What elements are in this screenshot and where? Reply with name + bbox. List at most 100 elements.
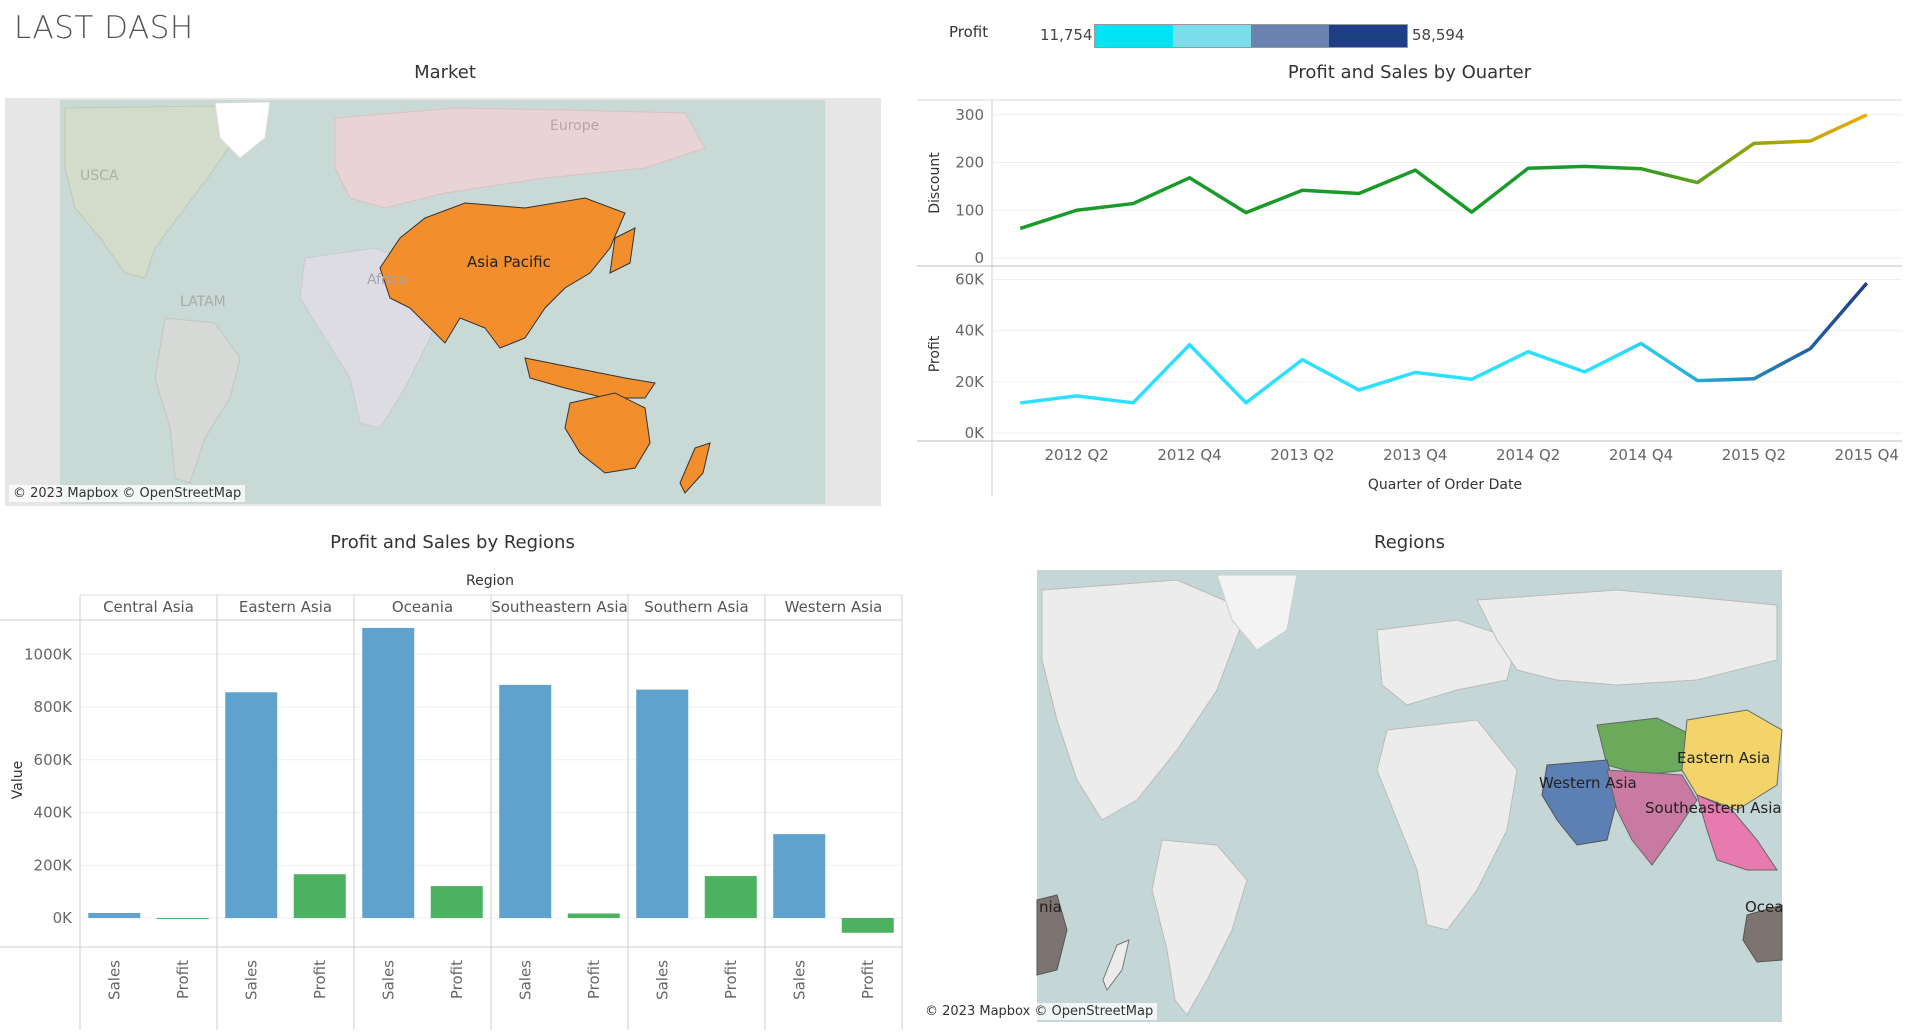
profit-ramp-segment-4 (1329, 25, 1407, 47)
x-tick-label: 2012 Q2 (1045, 446, 1109, 464)
bar-sales[interactable] (362, 627, 415, 918)
y-tick-label: 0K (965, 424, 986, 442)
bar-sales[interactable] (225, 692, 278, 918)
bar-profit[interactable] (567, 913, 620, 918)
bar-profit[interactable] (704, 876, 757, 918)
x-tick-label: 2015 Q4 (1835, 446, 1899, 464)
data-point (1018, 401, 1022, 405)
data-point (1357, 388, 1361, 392)
y-tick-label: 100 (955, 201, 984, 219)
y-axis-title-profit: Profit (927, 335, 943, 372)
data-point (1639, 167, 1643, 171)
data-point (1188, 343, 1192, 347)
bar-profit[interactable] (841, 917, 894, 933)
data-point (1752, 141, 1756, 145)
data-point (1131, 202, 1135, 206)
label-western-asia: Western Asia (1539, 774, 1637, 792)
data-point (1583, 370, 1587, 374)
data-point (1075, 208, 1079, 212)
data-point (1526, 166, 1530, 170)
regions-bar-chart-title: Profit and Sales by Regions (330, 532, 575, 553)
market-map[interactable]: Europe USCA Africa LATAM Asia Pacific © … (5, 98, 881, 506)
data-point (1526, 350, 1530, 354)
map-label-usca: USCA (80, 168, 119, 184)
measure-label: Sales (790, 960, 808, 1000)
region-header-title: Region (466, 573, 514, 589)
x-tick-label: 2013 Q2 (1270, 446, 1334, 464)
data-point (1413, 370, 1417, 374)
x-tick-label: 2014 Q2 (1496, 446, 1560, 464)
y-tick-label: 200K (34, 856, 74, 874)
region-header-label: Southern Asia (644, 598, 748, 616)
quarter-line-chart[interactable]: 0 100 200 300 Discount 0K 20K 40K 60K Profit 2012 … (917, 96, 1902, 506)
regions-map-credit: © 2023 Mapbox © OpenStreetMap (921, 1003, 1158, 1020)
profit-color-ramp[interactable] (1094, 24, 1408, 48)
regions-map-title: Regions (1374, 532, 1445, 553)
y-tick-label: 0K (53, 909, 74, 927)
x-tick-label: 2012 Q4 (1157, 446, 1221, 464)
bar-sales[interactable] (499, 684, 552, 918)
data-point (1188, 176, 1192, 180)
data-point (1413, 168, 1417, 172)
regions-map[interactable]: Eastern Asia Western Asia Southeastern A… (917, 570, 1902, 1022)
map-label-asia-pacific: Asia Pacific (467, 253, 551, 271)
data-point (1865, 113, 1869, 117)
data-point (1075, 394, 1079, 398)
data-point (1018, 226, 1022, 230)
value-axis-title: Value (10, 761, 26, 799)
data-point (1244, 401, 1248, 405)
data-point (1808, 139, 1812, 143)
map-label-africa: Africa (367, 272, 407, 288)
data-point (1583, 164, 1587, 168)
series-line-discount (1019, 113, 1868, 231)
y-tick-label: 1000K (24, 645, 73, 663)
data-point (1357, 192, 1361, 196)
y-tick-label: 800K (34, 698, 74, 716)
profit-ramp-segment-2 (1173, 25, 1251, 47)
region-header-label: Oceania (392, 598, 453, 616)
bar-profit[interactable] (156, 917, 209, 919)
x-tick-label: 2013 Q4 (1383, 446, 1447, 464)
x-tick-label: 2015 Q2 (1722, 446, 1786, 464)
y-tick-label: 300 (955, 106, 984, 124)
profit-ramp-segment-1 (1095, 25, 1173, 47)
measure-label: Profit (311, 960, 329, 999)
measure-label: Sales (379, 960, 397, 1000)
y-tick-label: 400K (34, 804, 74, 822)
data-point (1300, 358, 1304, 362)
data-point (1639, 341, 1643, 345)
data-point (1752, 377, 1756, 381)
regions-bar-chart[interactable]: Region 0K 200K 400K 600K 800K 1000K Central As… (0, 565, 905, 1030)
market-map-title: Market (414, 62, 476, 83)
y-tick-label: 60K (955, 271, 985, 289)
quarter-x-axis-title: Quarter of Order Date (1368, 477, 1522, 493)
measure-label: Profit (585, 960, 603, 999)
data-point (1695, 181, 1699, 185)
data-point (1695, 379, 1699, 383)
bar-profit[interactable] (430, 886, 483, 918)
measure-label: Profit (859, 960, 877, 999)
measure-label: Sales (242, 960, 260, 1000)
data-point (1244, 211, 1248, 215)
bar-sales[interactable] (88, 912, 141, 918)
bar-sales[interactable] (773, 834, 826, 918)
data-point (1300, 188, 1304, 192)
y-tick-label: 600K (34, 751, 74, 769)
region-header-label: Western Asia (785, 598, 883, 616)
y-tick-label: 40K (955, 322, 985, 340)
profit-legend-label: Profit (949, 23, 989, 41)
bar-profit[interactable] (293, 874, 346, 918)
bar-sales[interactable] (636, 689, 689, 918)
data-point (1131, 401, 1135, 405)
data-point (1865, 281, 1869, 285)
label-oceania-right: Ocea (1745, 898, 1783, 916)
measure-label: Profit (448, 960, 466, 999)
measure-label: Sales (516, 960, 534, 1000)
y-tick-label: 200 (955, 154, 984, 172)
label-eastern-asia: Eastern Asia (1677, 749, 1770, 767)
measure-label: Profit (174, 960, 192, 999)
label-oceania-left: nia (1039, 898, 1062, 916)
dashboard-title: LAST DASH (14, 10, 194, 46)
region-header-label: Eastern Asia (239, 598, 332, 616)
x-tick-label: 2014 Q4 (1609, 446, 1673, 464)
